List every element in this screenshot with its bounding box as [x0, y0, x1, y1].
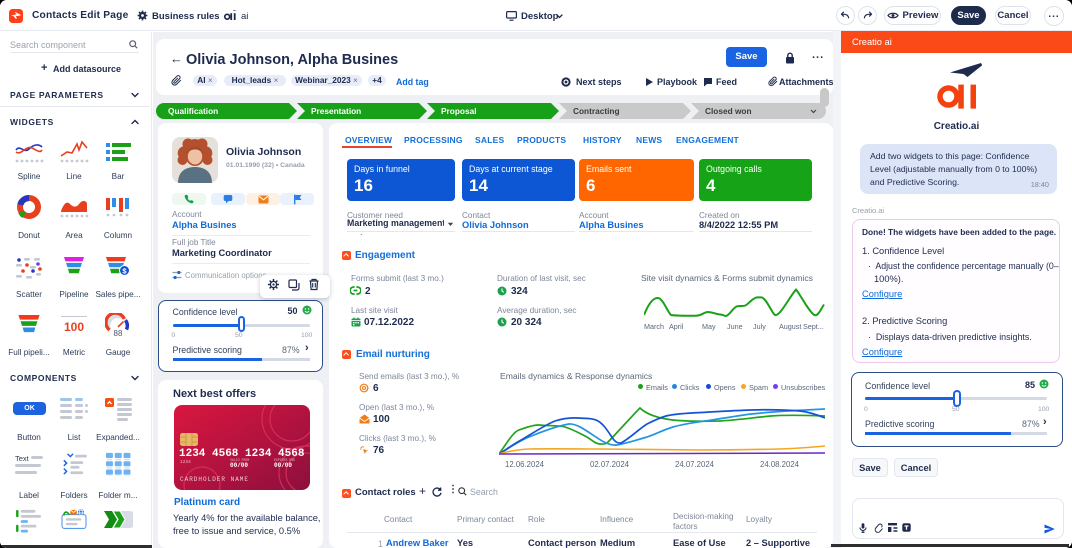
- svg-text:Text: Text: [15, 454, 30, 463]
- svg-text:00/00: 00/00: [230, 462, 248, 469]
- svg-text:88: 88: [114, 329, 123, 338]
- svg-text:CARDHOLDER NAME: CARDHOLDER NAME: [180, 476, 249, 483]
- svg-text:00/00: 00/00: [274, 462, 292, 469]
- svg-text:1234: 1234: [180, 459, 191, 465]
